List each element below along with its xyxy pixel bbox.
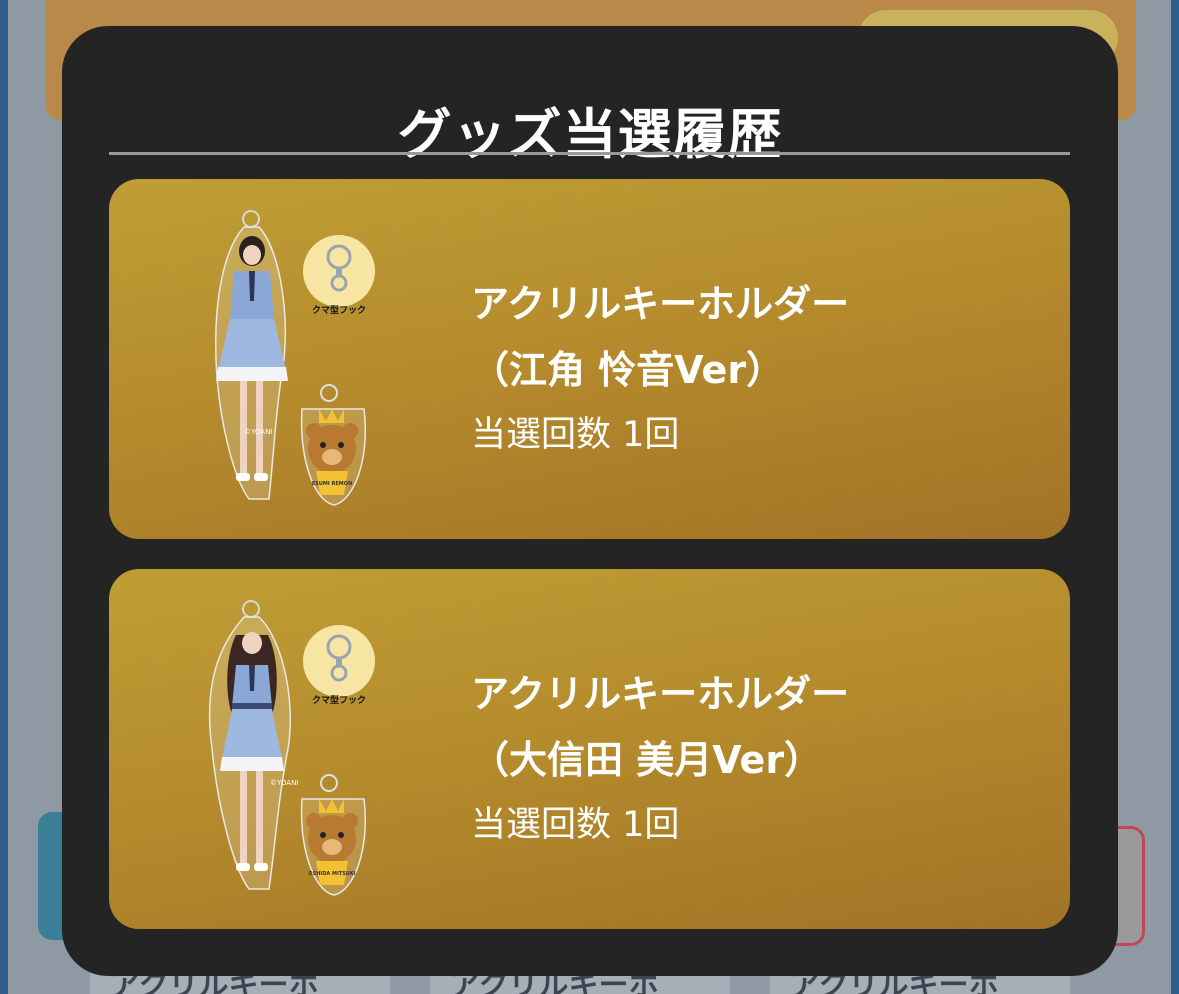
bear-name-label: ESUMI REMON <box>312 481 352 487</box>
copyright-mark: ©YOANI <box>244 428 272 436</box>
goods-win-history-modal: グッズ当選履歴 ©YOANI クマ型フック ESUMI REMON アクリルキー… <box>62 26 1118 976</box>
goods-item-card[interactable]: ©YOANI クマ型フック ESUMI REMON アクリルキーホルダー （江角… <box>109 179 1070 539</box>
goods-item-name: アクリルキーホルダー <box>471 282 850 326</box>
background-side-right <box>1171 0 1179 994</box>
goods-item-info: アクリルキーホルダー （江角 怜音Ver） 当選回数 1回 <box>471 271 849 467</box>
acrylic-keychain-image: ©YOANI クマ型フック OSHIDA MITSUKI <box>208 600 375 896</box>
hook-label: クマ型フック <box>312 694 366 706</box>
acrylic-keychain-image: ©YOANI クマ型フック ESUMI REMON <box>214 210 375 506</box>
goods-item-card[interactable]: ©YOANI クマ型フック OSHIDA MITSUKI アクリルキーホルダー … <box>109 569 1070 929</box>
title-divider <box>109 152 1070 155</box>
modal-title: グッズ当選履歴 <box>397 103 783 166</box>
win-count: 当選回数 1回 <box>471 805 680 845</box>
win-count: 当選回数 1回 <box>471 415 680 455</box>
goods-item-name: アクリルキーホルダー <box>471 672 850 716</box>
goods-item-variant: （大信田 美月Ver） <box>471 738 823 782</box>
copyright-mark: ©YOANI <box>270 779 298 787</box>
hook-label: クマ型フック <box>312 304 366 316</box>
goods-item-info: アクリルキーホルダー （大信田 美月Ver） 当選回数 1回 <box>471 661 849 857</box>
background-side-left <box>0 0 8 994</box>
bear-name-label: OSHIDA MITSUKI <box>308 871 355 877</box>
goods-item-variant: （江角 怜音Ver） <box>471 348 785 392</box>
